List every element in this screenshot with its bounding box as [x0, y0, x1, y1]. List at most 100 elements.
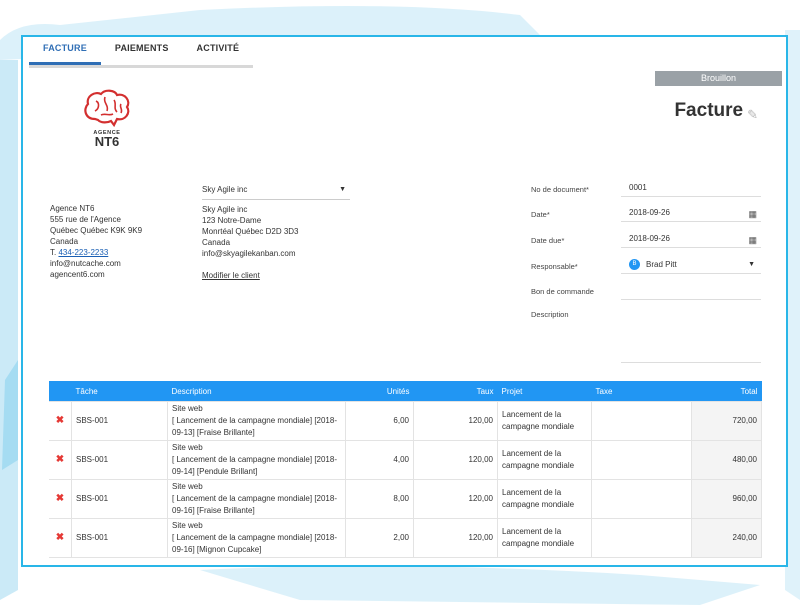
- resp-value: Brad Pitt: [646, 260, 677, 269]
- doc-no-label: No de document*: [531, 185, 589, 194]
- company-logo: AGENCE NT6: [77, 89, 137, 155]
- row-total: 720,00: [691, 401, 762, 441]
- col-tax: Taxe: [591, 381, 692, 402]
- close-icon[interactable]: ✖: [49, 401, 72, 441]
- due-value: 2018-09-26: [629, 234, 670, 243]
- row-rate[interactable]: 120,00: [413, 440, 498, 480]
- calendar-icon[interactable]: ▦: [748, 207, 757, 221]
- row-description[interactable]: Site web [ Lancement de la campagne mondi…: [167, 479, 346, 519]
- project-line: Lancement de la: [502, 488, 562, 497]
- col-units: Unités: [345, 381, 414, 402]
- date-input[interactable]: 2018-09-26 ▦: [621, 206, 761, 222]
- close-icon[interactable]: ✖: [49, 440, 72, 480]
- company-website: agencent6.com: [50, 270, 105, 279]
- company-country: Canada: [50, 237, 79, 246]
- desc-line: [ Lancement de la campagne mondiale] [20…: [172, 533, 337, 542]
- status-badge: Brouillon: [655, 71, 782, 86]
- desc-line: 09-16] [Mignon Cupcake]: [172, 545, 262, 554]
- row-task[interactable]: SBS-001: [71, 401, 168, 441]
- date-value: 2018-09-26: [629, 208, 670, 217]
- row-description[interactable]: Site web [ Lancement de la campagne mondi…: [167, 401, 346, 441]
- table-row: ✖ SBS-001 Site web [ Lancement de la camp…: [49, 518, 762, 558]
- po-label: Bon de commande: [531, 287, 594, 296]
- desc-line: 09-13] [Fraise Brillante]: [172, 428, 255, 437]
- row-units[interactable]: 6,00: [345, 401, 414, 441]
- desc-line: [ Lancement de la campagne mondiale] [20…: [172, 494, 337, 503]
- company-city: Québec Québec K9K 9K9: [50, 226, 143, 235]
- desc-line: Site web: [172, 482, 203, 491]
- close-icon[interactable]: ✖: [49, 479, 72, 519]
- col-rate: Taux: [413, 381, 498, 402]
- phone-link[interactable]: 434-223-2233: [58, 248, 108, 257]
- table-row: ✖ SBS-001 Site web [ Lancement de la camp…: [49, 440, 762, 480]
- tab-activite[interactable]: ACTIVITÉ: [183, 37, 254, 62]
- row-tax[interactable]: [591, 440, 692, 480]
- items-table: Tâche Description Unités Taux Projet Tax…: [49, 381, 762, 558]
- caret-down-icon: ▼: [748, 261, 755, 268]
- row-task[interactable]: SBS-001: [71, 479, 168, 519]
- pencil-icon[interactable]: ✎: [747, 107, 758, 123]
- client-street: 123 Notre-Dame: [202, 216, 262, 225]
- invoice-card: Brouillon Facture ✎ AGENCE NT6 Agence NT…: [29, 71, 782, 565]
- row-project[interactable]: Lancement de la campagne mondiale: [497, 518, 592, 558]
- client-selected: Sky Agile inc: [202, 185, 248, 194]
- modify-client-link[interactable]: Modifier le client: [202, 271, 260, 280]
- company-street: 555 rue de l'Agence: [50, 215, 121, 224]
- row-project[interactable]: Lancement de la campagne mondiale: [497, 401, 592, 441]
- row-description[interactable]: Site web [ Lancement de la campagne mondi…: [167, 518, 346, 558]
- desc-line: 09-16] [Fraise Brillante]: [172, 506, 255, 515]
- tab-paiements[interactable]: PAIEMENTS: [101, 37, 183, 62]
- row-task[interactable]: SBS-001: [71, 518, 168, 558]
- due-label: Date due*: [531, 236, 565, 245]
- row-tax[interactable]: [591, 401, 692, 441]
- desc-line: [ Lancement de la campagne mondiale] [20…: [172, 416, 337, 425]
- date-label: Date*: [531, 210, 550, 219]
- calendar-icon[interactable]: ▦: [748, 233, 757, 247]
- row-tax[interactable]: [591, 518, 692, 558]
- logo-text-big: NT6: [94, 134, 120, 149]
- row-units[interactable]: 4,00: [345, 440, 414, 480]
- client-country: Canada: [202, 238, 231, 247]
- desc-line: Site web: [172, 443, 203, 452]
- row-units[interactable]: 8,00: [345, 479, 414, 519]
- table-header: Tâche Description Unités Taux Projet Tax…: [49, 381, 762, 402]
- tab-facture[interactable]: FACTURE: [29, 37, 101, 65]
- row-rate[interactable]: 120,00: [413, 518, 498, 558]
- col-project: Projet: [497, 381, 592, 402]
- row-rate[interactable]: 120,00: [413, 401, 498, 441]
- caret-down-icon: ▼: [339, 186, 346, 193]
- row-total: 960,00: [691, 479, 762, 519]
- desc-line: 09-14] [Pendule Brillant]: [172, 467, 258, 476]
- table-row: ✖ SBS-001 Site web [ Lancement de la camp…: [49, 401, 762, 441]
- due-input[interactable]: 2018-09-26 ▦: [621, 232, 761, 248]
- close-icon[interactable]: ✖: [49, 518, 72, 558]
- po-input[interactable]: [621, 284, 761, 300]
- client-city: Monrtéal Québec D2D 3D3: [202, 227, 299, 236]
- project-line: Lancement de la: [502, 410, 562, 419]
- doc-no-input[interactable]: 0001: [621, 181, 761, 197]
- page-title: Facture: [674, 100, 744, 121]
- company-address: Agence NT6 555 rue de l'Agence Québec Qu…: [50, 203, 142, 280]
- row-units[interactable]: 2,00: [345, 518, 414, 558]
- row-total: 240,00: [691, 518, 762, 558]
- table-row: ✖ SBS-001 Site web [ Lancement de la camp…: [49, 479, 762, 519]
- project-line: campagne mondiale: [502, 422, 575, 431]
- description-textarea[interactable]: [621, 310, 761, 363]
- desc-line: Site web: [172, 521, 203, 530]
- desc-label: Description: [531, 310, 569, 319]
- col-delete: [49, 381, 72, 402]
- client-select[interactable]: Sky Agile inc ▼: [202, 183, 350, 200]
- row-tax[interactable]: [591, 479, 692, 519]
- row-task[interactable]: SBS-001: [71, 440, 168, 480]
- resp-select[interactable]: B Brad Pitt ▼: [621, 258, 761, 274]
- row-project[interactable]: Lancement de la campagne mondiale: [497, 479, 592, 519]
- project-line: Lancement de la: [502, 527, 562, 536]
- row-description[interactable]: Site web [ Lancement de la campagne mondi…: [167, 440, 346, 480]
- row-rate[interactable]: 120,00: [413, 479, 498, 519]
- project-line: campagne mondiale: [502, 461, 575, 470]
- client-name: Sky Agile inc: [202, 205, 248, 214]
- resp-label: Responsable*: [531, 262, 578, 271]
- row-project[interactable]: Lancement de la campagne mondiale: [497, 440, 592, 480]
- col-description: Description: [167, 381, 346, 402]
- project-line: campagne mondiale: [502, 500, 575, 509]
